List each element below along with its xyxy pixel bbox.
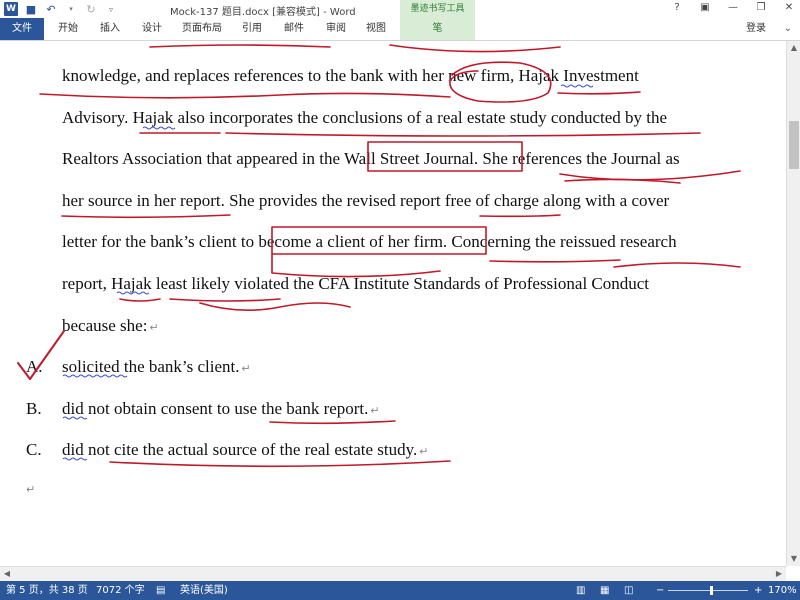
paragraph-mark: ↵ bbox=[419, 446, 429, 458]
vertical-scrollbar[interactable]: ▲ ▼ bbox=[786, 41, 800, 566]
read-mode-icon[interactable]: ▥ bbox=[576, 581, 585, 600]
ink-stroke bbox=[169, 298, 281, 302]
paragraph-line: Advisory. Hajak also incorporates the co… bbox=[62, 108, 668, 127]
proofing-icon[interactable]: ▤ bbox=[156, 581, 165, 600]
paragraph-line: Realtors Association that appeared in th… bbox=[62, 149, 680, 168]
undo-dropdown-icon[interactable]: ▾ bbox=[64, 2, 78, 16]
tab-file[interactable]: 文件 bbox=[0, 18, 44, 40]
ink-stroke bbox=[559, 170, 741, 181]
print-layout-icon[interactable]: ▦ bbox=[600, 581, 609, 600]
scroll-down-icon[interactable]: ▼ bbox=[787, 552, 800, 566]
sign-in-link[interactable]: 登录 bbox=[746, 18, 766, 40]
ink-stroke bbox=[269, 420, 396, 425]
language-indicator[interactable]: 英语(美国) bbox=[180, 581, 228, 600]
ribbon-display-icon[interactable]: ▣ bbox=[698, 2, 712, 13]
ink-tools-context-label: 墨迹书写工具 bbox=[400, 0, 475, 18]
tab-mailings[interactable]: 邮件 bbox=[284, 18, 304, 40]
tab-view[interactable]: 视图 bbox=[366, 18, 386, 40]
tab-review[interactable]: 审阅 bbox=[326, 18, 346, 40]
scrollbar-thumb[interactable] bbox=[789, 121, 799, 169]
ribbon-tabs: 文件 开始 插入 设计 页面布局 引用 邮件 审阅 视图 笔 登录 ⌄ bbox=[0, 18, 800, 41]
zoom-slider-track[interactable] bbox=[668, 590, 748, 591]
window-controls: ? ▣ — ❐ ✕ bbox=[670, 2, 796, 13]
ink-stroke bbox=[479, 214, 561, 218]
ink-stroke bbox=[225, 132, 701, 137]
ink-stroke bbox=[109, 460, 451, 468]
paragraph-mark: ↵ bbox=[370, 405, 380, 417]
paragraph-line: letter for the bank’s client to become a… bbox=[62, 232, 677, 251]
restore-button[interactable]: ❐ bbox=[754, 2, 768, 13]
empty-paragraph-mark: ↵ bbox=[26, 483, 36, 496]
option-c-text: did not cite the actual source of the re… bbox=[62, 440, 429, 459]
redo-icon[interactable]: ↻ bbox=[84, 2, 98, 16]
document-page[interactable]: knowledge, and replaces references to th… bbox=[0, 41, 786, 566]
web-layout-icon[interactable]: ◫ bbox=[624, 581, 633, 600]
option-b-label: B. bbox=[26, 399, 42, 418]
ink-stroke bbox=[489, 259, 621, 263]
horizontal-scrollbar[interactable]: ◀ ▶ bbox=[0, 566, 786, 581]
scroll-right-icon[interactable]: ▶ bbox=[772, 567, 786, 581]
quick-access-toolbar: W ■ ↶ ▾ ↻ ▿ bbox=[4, 1, 118, 17]
tab-page-layout[interactable]: 页面布局 bbox=[182, 18, 222, 40]
tab-pen[interactable]: 笔 bbox=[400, 18, 475, 40]
zoom-slider-thumb[interactable] bbox=[710, 586, 713, 595]
paragraph-mark: ↵ bbox=[241, 363, 251, 375]
scroll-left-icon[interactable]: ◀ bbox=[0, 567, 14, 581]
scroll-up-icon[interactable]: ▲ bbox=[787, 41, 800, 55]
option-a-label: A. bbox=[26, 357, 43, 376]
ink-stroke bbox=[557, 91, 641, 95]
question-stem-end: because she: ↵ bbox=[62, 316, 159, 335]
ink-stroke bbox=[119, 298, 161, 302]
zoom-level[interactable]: 170% bbox=[768, 581, 797, 600]
tab-home[interactable]: 开始 bbox=[58, 18, 78, 40]
ink-stroke bbox=[61, 214, 231, 219]
minimize-button[interactable]: — bbox=[726, 2, 740, 13]
help-button[interactable]: ? bbox=[670, 2, 684, 13]
ribbon-collapse-icon[interactable]: ⌄ bbox=[784, 18, 792, 40]
ink-stroke bbox=[199, 302, 351, 311]
word-app-icon[interactable]: W bbox=[4, 2, 18, 16]
undo-icon[interactable]: ↶ bbox=[44, 2, 58, 16]
paragraph-mark: ↵ bbox=[149, 322, 159, 334]
ink-stroke bbox=[613, 262, 741, 268]
paragraph-line: knowledge, and replaces references to th… bbox=[62, 66, 639, 85]
ink-stroke bbox=[149, 44, 331, 48]
zoom-out-button[interactable]: − bbox=[656, 581, 664, 600]
paragraph-line: report, Hajak least likely violated the … bbox=[62, 274, 650, 293]
tab-insert[interactable]: 插入 bbox=[100, 18, 120, 40]
status-bar: 第 5 页，共 38 页 7072 个字 ▤ 英语(美国) ▥ ▦ ◫ − + … bbox=[0, 581, 800, 600]
tab-references[interactable]: 引用 bbox=[242, 18, 262, 40]
option-a-text: solicited the bank’s client. ↵ bbox=[62, 357, 251, 376]
document-title: Mock-137 题目.docx [兼容模式] - Word bbox=[170, 7, 356, 18]
word-count[interactable]: 7072 个字 bbox=[96, 581, 145, 600]
ink-stroke bbox=[564, 178, 681, 184]
tab-design[interactable]: 设计 bbox=[142, 18, 162, 40]
close-button[interactable]: ✕ bbox=[782, 2, 796, 13]
ink-stroke bbox=[389, 44, 561, 53]
zoom-in-button[interactable]: + bbox=[754, 581, 762, 600]
page-count[interactable]: 第 5 页，共 38 页 bbox=[6, 581, 88, 600]
ink-stroke bbox=[39, 92, 451, 99]
option-c-label: C. bbox=[26, 440, 42, 459]
save-icon[interactable]: ■ bbox=[24, 2, 38, 16]
option-b-text: did not obtain consent to use the bank r… bbox=[62, 399, 380, 418]
paragraph-line: her source in her report. She provides t… bbox=[62, 191, 670, 210]
customize-toolbar-icon[interactable]: ▿ bbox=[104, 2, 118, 16]
title-bar: W ■ ↶ ▾ ↻ ▿ Mock-137 题目.docx [兼容模式] - Wo… bbox=[0, 0, 800, 18]
